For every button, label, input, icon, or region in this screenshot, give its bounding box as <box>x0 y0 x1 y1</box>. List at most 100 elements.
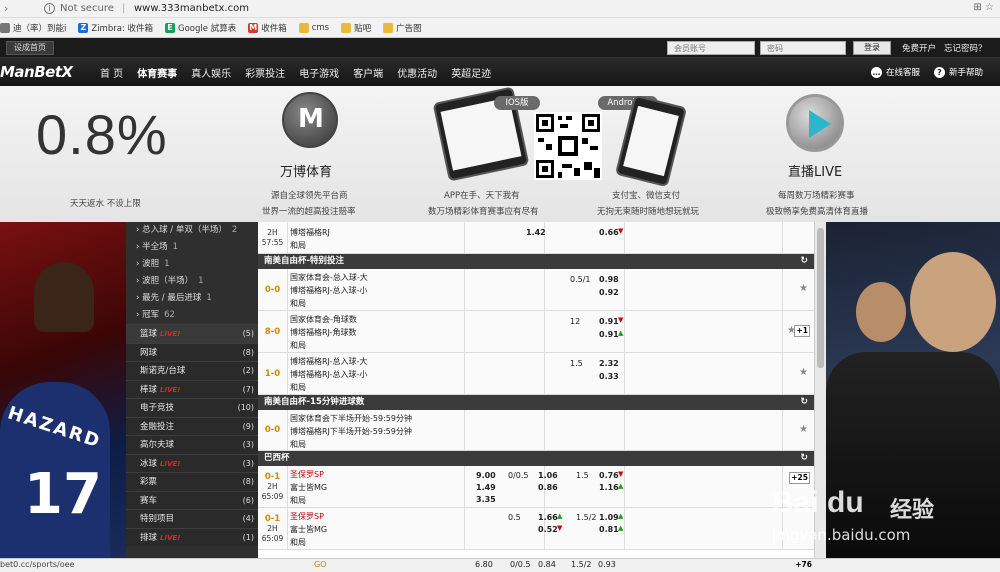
sidebar-sport-item[interactable]: 高尔夫球 (3) <box>126 435 258 454</box>
sidebar-sport-item[interactable]: 赛车 (6) <box>126 490 258 509</box>
refresh-icon[interactable]: ↻ <box>800 451 808 466</box>
nav-item[interactable]: 真人娱乐 <box>189 65 233 80</box>
sidebar-sport-item[interactable]: 棒球 LIVE! (7) <box>126 379 258 398</box>
league-header[interactable]: 南美自由杯-特别投注 ↻ <box>258 254 814 269</box>
nav-item[interactable]: 客户端 <box>351 65 385 80</box>
sidebar-market-item[interactable]: › 冠军 62 <box>126 307 258 324</box>
column-divider <box>464 410 465 450</box>
column-divider <box>544 269 545 310</box>
url-text[interactable]: www.333manbetx.com <box>134 3 249 14</box>
bookmark-item[interactable]: M 收件箱 <box>248 22 287 34</box>
site-logo[interactable]: ManBetX <box>0 63 73 81</box>
bookmark-item[interactable]: 广告图 <box>383 22 422 34</box>
nav-item[interactable]: 彩票投注 <box>243 65 287 80</box>
handicap-line: 1.5 <box>570 359 583 368</box>
sport-count: (9) <box>242 421 254 431</box>
handicap-odds[interactable]: 0.52 <box>538 523 558 536</box>
league-header[interactable]: 巴西杯 ↻ <box>258 451 814 466</box>
nav-item[interactable]: 优惠活动 <box>395 65 439 80</box>
odds-value[interactable]: 0.91 <box>599 328 619 341</box>
odds-value[interactable]: 0.33 <box>599 370 619 383</box>
nav-item[interactable]: 体育赛事 <box>135 65 179 80</box>
main-navigation: ManBetX 首 页体育赛事 真人娱乐 彩票投注 电子游戏 客户端 优惠活动 英超足迹 …… <box>0 58 1000 86</box>
odds-value[interactable]: 2.32 <box>599 357 619 370</box>
back-forward-icon[interactable]: › <box>4 2 8 15</box>
moneyline-odds[interactable]: 3.35 <box>476 493 496 506</box>
play-icon[interactable] <box>786 94 844 152</box>
handicap-line: 12 <box>570 317 581 326</box>
odds-value[interactable]: 0.98 <box>599 273 619 286</box>
login-button[interactable]: 登录 <box>853 41 891 55</box>
sport-label: 斯诺克/台球 <box>140 366 186 376</box>
sidebar-market-item[interactable]: › 波胆 1 <box>126 256 258 273</box>
sidebar-sport-item[interactable]: 特别项目 (4) <box>126 509 258 528</box>
odds-value[interactable]: 0.91 <box>599 315 619 328</box>
scrollbar-thumb[interactable] <box>817 228 824 368</box>
site-top-bar: 设成首页 登录 免费开户 忘记密码？ <box>0 38 1000 58</box>
column-divider <box>624 508 625 549</box>
bookmark-item[interactable]: 贴吧 <box>341 22 371 34</box>
draw-label: 和局 <box>290 440 306 449</box>
column-divider <box>782 222 783 253</box>
total-odds[interactable]: 1.16 <box>599 481 619 494</box>
league-header[interactable]: 南美自由杯-15分钟进球数 ↻ <box>258 395 814 410</box>
handicap-odds[interactable]: 0.86 <box>538 481 558 494</box>
help-link[interactable]: ? 新手帮助 <box>934 66 983 78</box>
team-name-away: 富士皆MG <box>290 525 328 534</box>
team-name: 国家体育会-总入球-大 <box>290 273 368 282</box>
online-support-link[interactable]: … 在线客服 <box>871 66 920 78</box>
favorite-star-icon[interactable]: ★ <box>799 283 808 294</box>
browser-action-icons[interactable]: ⊞ ☆ <box>973 2 994 13</box>
sidebar-sport-item[interactable]: 彩票 (8) <box>126 472 258 491</box>
sidebar-sport-item[interactable]: 电子竞技 (10) <box>126 398 258 417</box>
more-markets-badge[interactable]: +25 <box>789 472 810 484</box>
set-homepage-button[interactable]: 设成首页 <box>6 41 54 55</box>
ios-version-tag[interactable]: IOS版 <box>494 96 540 110</box>
sidebar-sport-item[interactable]: 网球 (8) <box>126 342 258 361</box>
refresh-icon[interactable]: ↻ <box>800 395 808 410</box>
odds-value[interactable]: 1.42 <box>526 226 546 239</box>
browser-address-bar: › i Not secure | www.333manbetx.com ⊞ ☆ <box>0 0 1000 18</box>
odds-scrollbar[interactable] <box>814 222 826 558</box>
info-icon[interactable]: i <box>44 3 55 14</box>
sidebar-sport-item[interactable]: 金融投注 (9) <box>126 416 258 435</box>
bookmarks-bar: 迪（率）到能i Z Zimbra: 收件箱 E Google 試算表 M 收件箱 cms 贴吧 广… <box>0 18 1000 38</box>
bookmark-item[interactable]: E Google 試算表 <box>165 22 236 34</box>
qr-code-icon[interactable] <box>534 112 602 180</box>
signup-link[interactable]: 免费开户 <box>902 42 936 54</box>
sport-label: 网球 <box>140 347 158 358</box>
nav-item[interactable]: 首 页 <box>98 65 125 80</box>
total-odds[interactable]: 0.81 <box>599 523 619 536</box>
username-input[interactable] <box>667 41 755 55</box>
bookmark-item[interactable]: cms <box>298 22 329 33</box>
sidebar-sport-item[interactable]: 冰球 LIVE! (3) <box>126 453 258 472</box>
nav-item[interactable]: 英超足迹 <box>449 65 493 80</box>
sidebar-market-item[interactable]: › 波胆（半场） 1 <box>126 273 258 290</box>
sidebar-sport-item[interactable]: 篮球 LIVE! (5) <box>126 324 258 343</box>
more-markets-badge[interactable]: +1 <box>794 325 810 337</box>
password-input[interactable] <box>760 41 846 55</box>
odds-down-icon: ▼ <box>618 316 624 324</box>
bookmark-item[interactable]: Z Zimbra: 收件箱 <box>78 22 153 34</box>
match-row: 8-0 国家体育会-角球数 博塔福格RJ-角球数 和局 12 0.91 0.91 ▼ ▲ ★ +1 <box>258 311 814 353</box>
forgot-password-link[interactable]: 忘记密码？ <box>944 42 987 54</box>
nav-item[interactable]: 电子游戏 <box>297 65 341 80</box>
team-name: 博塔福格RJ-角球数 <box>290 328 357 337</box>
sidebar-sport-item[interactable]: 斯诺克/台球 (2) <box>126 361 258 380</box>
bookmark-label: 迪（率）到能i <box>13 23 67 34</box>
market-count: 62 <box>164 310 175 320</box>
odds-value[interactable]: 0.92 <box>599 286 619 299</box>
sidebar-sport-item[interactable]: 排球 LIVE! (1) <box>126 527 258 546</box>
refresh-icon[interactable]: ↻ <box>800 254 808 269</box>
sidebar-market-item[interactable]: › 总入球 / 单双（半场） 2 <box>126 222 258 239</box>
favorite-star-icon[interactable]: ★ <box>799 367 808 378</box>
sidebar-market-item[interactable]: › 半全场 1 <box>126 239 258 256</box>
team-names: 博塔福格RJ-总入球-大 博塔福格RJ-总入球-小 和局 <box>290 355 367 394</box>
promo-banner: 0.8% 天天返水 不设上限 M 万博体育 源自全球领先平台商 世界一流的超高投… <box>0 86 1000 222</box>
odds-value[interactable]: 0.66 <box>599 226 619 239</box>
team-names: 国家体育会下半场开始-59:59分钟 博塔福格RJ下半场开始-59:59分钟 和局 <box>290 412 412 451</box>
column-divider <box>624 269 625 310</box>
sidebar-market-item[interactable]: › 最先 / 最后进球 1 <box>126 290 258 307</box>
bookmark-item[interactable]: 迪（率）到能i <box>0 22 66 34</box>
favorite-star-icon[interactable]: ★ <box>799 424 808 435</box>
